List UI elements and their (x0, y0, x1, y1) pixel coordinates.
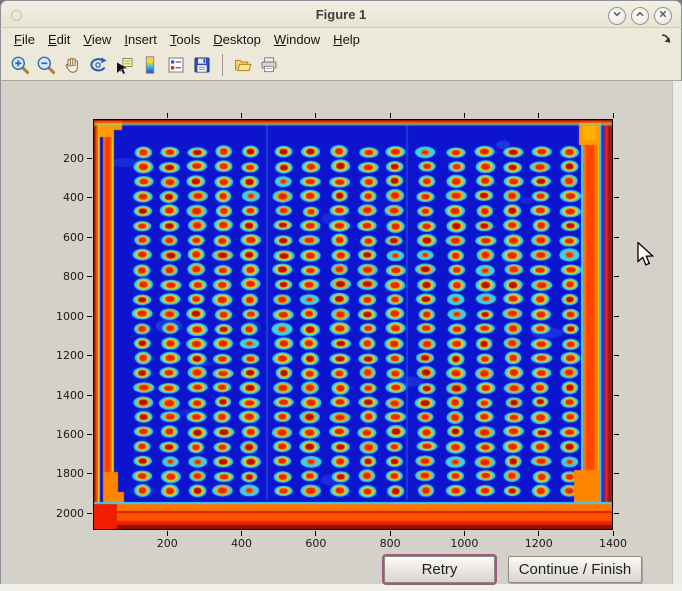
x-tick-label: 200 (145, 537, 189, 550)
zoom-in-icon[interactable] (9, 54, 31, 76)
dock-figure-icon[interactable] (659, 32, 673, 49)
y-tick-label: 400 (38, 191, 84, 204)
maximize-button[interactable] (631, 7, 649, 25)
y-tick-right (614, 276, 619, 277)
zoom-out-icon[interactable] (35, 54, 57, 76)
colorbar-icon[interactable] (139, 54, 161, 76)
x-tick-top (613, 113, 614, 118)
menu-item-file[interactable]: File (14, 32, 35, 47)
menu-item-tools[interactable]: Tools (170, 32, 200, 47)
x-tick-label: 1400 (591, 537, 635, 550)
x-tick (613, 531, 614, 536)
y-tick (87, 473, 92, 474)
y-tick-label: 800 (38, 270, 84, 283)
rotate-3d-icon[interactable] (87, 54, 109, 76)
window-frame-right (672, 81, 682, 591)
title-bar[interactable]: Figure 1 (0, 0, 682, 28)
y-tick-label: 1800 (38, 467, 84, 480)
microarray-heatmap-image[interactable] (94, 120, 612, 529)
toolbar-separator (222, 54, 223, 76)
y-tick-right (614, 355, 619, 356)
menu-item-window[interactable]: Window (274, 32, 320, 47)
y-tick-right (614, 395, 619, 396)
toolbar-buttons (9, 54, 280, 76)
x-tick-top (241, 113, 242, 118)
pan-icon[interactable] (61, 54, 83, 76)
chevron-down-icon (610, 7, 624, 26)
x-tick-top (315, 113, 316, 118)
x-tick (390, 531, 391, 536)
minimize-button[interactable] (608, 7, 626, 25)
y-tick-label: 1000 (38, 310, 84, 323)
y-tick (87, 355, 92, 356)
y-tick-label: 1600 (38, 428, 84, 441)
x-tick-top (167, 113, 168, 118)
y-tick (87, 276, 92, 277)
y-tick-label: 200 (38, 152, 84, 165)
menu-item-view[interactable]: View (83, 32, 111, 47)
menu-item-help[interactable]: Help (333, 32, 360, 47)
x-tick-label: 400 (220, 537, 264, 550)
x-tick-label: 800 (368, 537, 412, 550)
menu-items: File Edit View Insert Tools Desktop Window Help (14, 32, 373, 47)
x-tick (538, 531, 539, 536)
y-tick-right (614, 316, 619, 317)
x-tick-top (538, 113, 539, 118)
y-tick (87, 197, 92, 198)
y-tick-label: 1400 (38, 389, 84, 402)
y-tick-right (614, 513, 619, 514)
y-tick-label: 2000 (38, 507, 84, 520)
print-icon[interactable] (258, 54, 280, 76)
menu-item-desktop[interactable]: Desktop (213, 32, 261, 47)
menu-item-edit[interactable]: Edit (48, 32, 70, 47)
y-tick-right (614, 158, 619, 159)
y-tick-right (614, 473, 619, 474)
menu-bar: File Edit View Insert Tools Desktop Window Help (0, 28, 682, 50)
x-tick-top (464, 113, 465, 118)
y-tick-right (614, 237, 619, 238)
y-tick (87, 395, 92, 396)
save-icon[interactable] (191, 54, 213, 76)
x-tick-label: 600 (294, 537, 338, 550)
x-tick-label: 1200 (517, 537, 561, 550)
legend-icon[interactable] (165, 54, 187, 76)
retry-button[interactable]: Retry (384, 556, 495, 583)
window-title: Figure 1 (1, 1, 681, 29)
x-tick (464, 531, 465, 536)
close-icon (656, 7, 670, 26)
window-frame-bottom (0, 584, 682, 591)
y-tick-label: 600 (38, 231, 84, 244)
x-tick-top (390, 113, 391, 118)
data-cursor-icon[interactable] (113, 54, 135, 76)
y-tick (87, 513, 92, 514)
y-tick (87, 316, 92, 317)
y-tick-label: 1200 (38, 349, 84, 362)
figure-toolbar (0, 50, 682, 81)
y-tick (87, 158, 92, 159)
x-tick (167, 531, 168, 536)
y-tick (87, 434, 92, 435)
y-tick-right (614, 197, 619, 198)
window-controls (608, 7, 672, 25)
y-tick-right (614, 434, 619, 435)
x-tick (315, 531, 316, 536)
close-button[interactable] (654, 7, 672, 25)
menu-item-insert[interactable]: Insert (124, 32, 157, 47)
continue-finish-button[interactable]: Continue / Finish (508, 556, 642, 583)
x-tick (241, 531, 242, 536)
x-tick-label: 1000 (442, 537, 486, 550)
y-tick (87, 237, 92, 238)
open-icon[interactable] (232, 54, 254, 76)
chevron-up-icon (633, 7, 647, 26)
